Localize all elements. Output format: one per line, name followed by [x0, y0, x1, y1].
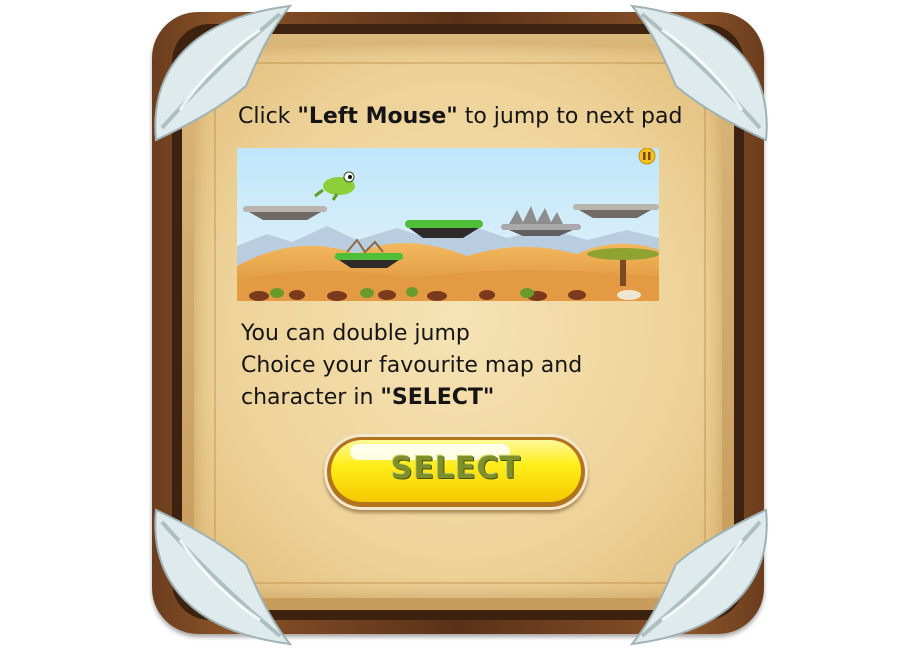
- info-text: You can double jump Choice your favourit…: [241, 318, 681, 414]
- info-line-select-prefix: character in: [241, 385, 381, 410]
- instruction-suffix: to jump to next pad: [457, 104, 683, 129]
- select-button[interactable]: SELECT: [324, 434, 588, 510]
- corner-leaf-icon: [154, 508, 293, 646]
- info-line-double-jump: You can double jump: [241, 321, 470, 346]
- instruction-text: Click "Left Mouse" to jump to next pad: [238, 104, 682, 129]
- corner-leaf-icon: [629, 508, 768, 646]
- pause-button-icon: [638, 148, 656, 165]
- frame-bottom-notch: [432, 600, 464, 608]
- info-line-select: character in "SELECT": [241, 382, 681, 414]
- select-button-label: SELECT: [390, 451, 522, 486]
- info-line-choice: Choice your favourite map and: [241, 353, 583, 378]
- skull-bones-icon: [617, 290, 641, 300]
- info-line-select-bold: "SELECT": [380, 385, 495, 410]
- instruction-key: "Left Mouse": [297, 104, 458, 129]
- gameplay-preview: [237, 148, 659, 301]
- instruction-prefix: Click: [238, 104, 298, 129]
